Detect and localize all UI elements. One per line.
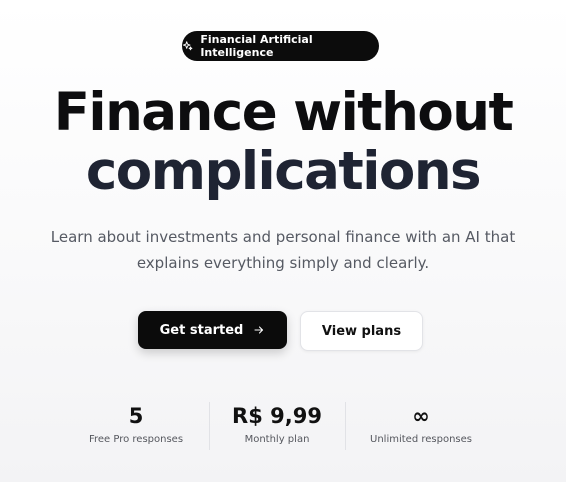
stat-divider (345, 402, 346, 450)
view-plans-button[interactable]: View plans (300, 311, 423, 351)
hero-title-line1: Finance without (53, 82, 514, 143)
feature-badge: Financial Artificial Intelligence (182, 31, 379, 61)
get-started-label: Get started (159, 322, 244, 338)
stat-free-responses: 5 Free Pro responses (70, 401, 202, 447)
sparkles-icon (182, 41, 193, 51)
stat-monthly-plan: R$ 9,99 Monthly plan (212, 401, 342, 447)
hero-subtitle: Learn about investments and personal fin… (50, 228, 516, 272)
stat-unlimited-responses: ∞ Unlimited responses (350, 401, 492, 447)
stat-label: Free Pro responses (88, 434, 184, 445)
stat-value: ∞ (412, 404, 430, 428)
arrow-right-icon (254, 326, 264, 334)
stat-value: R$ 9,99 (232, 404, 322, 428)
stat-value: 5 (128, 404, 144, 428)
view-plans-label: View plans (321, 323, 402, 339)
badge-label: Financial Artificial Intelligence (200, 33, 313, 59)
stat-label: Unlimited responses (370, 434, 472, 445)
hero-title: Finance without complications (0, 83, 566, 201)
hero-title-line2: complications (85, 141, 482, 202)
get-started-button[interactable]: Get started (138, 311, 287, 349)
stat-label: Monthly plan (244, 434, 310, 445)
stat-divider (209, 402, 210, 450)
